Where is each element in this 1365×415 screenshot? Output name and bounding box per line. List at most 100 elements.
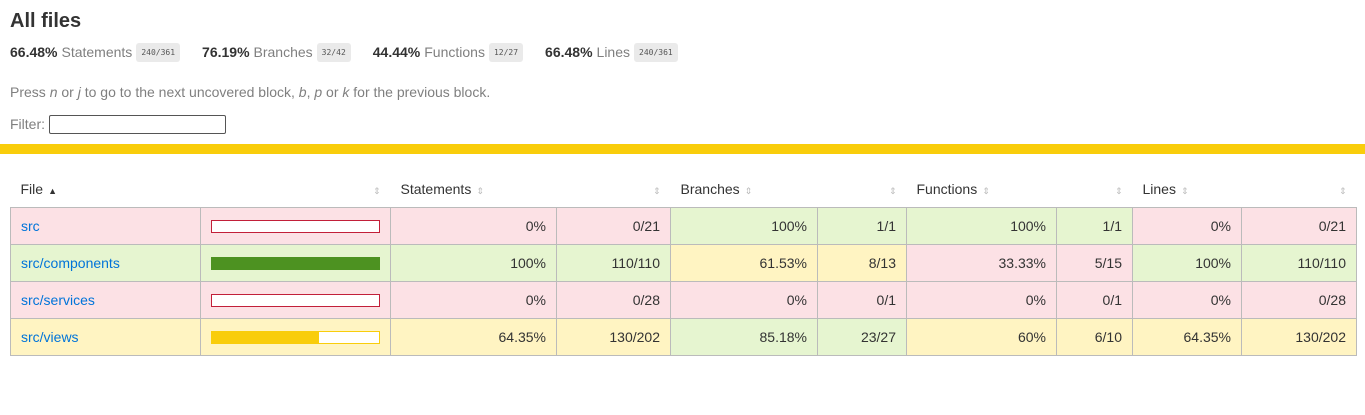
- summary-pct: 76.19%: [202, 44, 250, 60]
- summary-fraction: 12/27: [488, 42, 524, 62]
- statements-frac: 110/110: [556, 244, 671, 282]
- functions-pct: 0%: [906, 281, 1057, 319]
- lines-frac: 0/21: [1241, 207, 1357, 245]
- summary-lines: 66.48% Lines 240/361: [545, 42, 678, 62]
- sort-icon: ⇕: [1338, 186, 1347, 196]
- header-branches[interactable]: Branches ⇕: [670, 171, 818, 208]
- header-functions-frac[interactable]: ⇕: [1056, 171, 1133, 208]
- header-statements-frac[interactable]: ⇕: [556, 171, 671, 208]
- branches-pct: 0%: [670, 281, 818, 319]
- file-link[interactable]: src/services: [21, 292, 95, 308]
- lines-pct: 64.35%: [1132, 318, 1242, 356]
- coverage-bar-fill: [212, 331, 320, 343]
- keyboard-hint: Press n or j to go to the next uncovered…: [10, 84, 491, 100]
- branches-pct: 85.18%: [670, 318, 818, 356]
- table-row: src/components 100% 110/110 61.53% 8/13 33.33…: [10, 244, 1357, 282]
- statements-pct: 100%: [390, 244, 557, 282]
- sort-icon: ⇕: [476, 186, 484, 196]
- branches-frac: 23/27: [817, 318, 907, 356]
- sort-icon: ⇕: [372, 186, 381, 196]
- coverage-bar: [211, 256, 380, 270]
- coverage-bar-cell: [200, 244, 391, 282]
- status-line: [0, 144, 1365, 154]
- branches-frac: 1/1: [817, 207, 907, 245]
- summary-fraction: 32/42: [316, 42, 351, 62]
- file-link[interactable]: src: [21, 218, 40, 234]
- summary-label: Branches: [253, 44, 313, 60]
- page-title: All files: [10, 10, 82, 32]
- coverage-bar-cell: [200, 318, 391, 356]
- sort-icon: ⇕: [888, 186, 897, 196]
- statements-frac: 130/202: [556, 318, 671, 356]
- branches-frac: 0/1: [817, 281, 907, 319]
- sort-icon: ⇕: [1114, 186, 1123, 196]
- table-row: src 0% 0/21 100% 1/1 100% 1/1 0% 0/21: [10, 207, 1357, 245]
- statements-pct: 0%: [390, 281, 557, 319]
- coverage-bar: [211, 219, 380, 233]
- sort-icon: ⇕: [744, 186, 753, 196]
- summary-functions: 44.44% Functions 12/27: [372, 42, 524, 62]
- sort-asc-icon: ▲: [48, 186, 57, 196]
- branches-pct: 61.53%: [670, 244, 818, 282]
- header-statements[interactable]: Statements ⇕: [390, 171, 557, 208]
- coverage-bar-fill: [212, 257, 379, 269]
- functions-frac: 6/10: [1056, 318, 1133, 356]
- functions-pct: 60%: [906, 318, 1057, 356]
- functions-pct: 33.33%: [906, 244, 1057, 282]
- table-row: src/services 0% 0/28 0% 0/1 0% 0/1 0% 0/28: [10, 281, 1357, 319]
- summary-fraction: 240/361: [634, 42, 678, 62]
- summary-pct: 44.44%: [372, 44, 421, 60]
- summary-pct: 66.48%: [545, 44, 593, 60]
- functions-pct: 100%: [906, 207, 1057, 245]
- summary-branches: 76.19% Branches 32/42: [202, 42, 351, 62]
- file-cell: src/components: [10, 244, 201, 282]
- header-file-bar[interactable]: ⇕: [200, 171, 391, 208]
- file-link[interactable]: src/components: [21, 255, 120, 271]
- sort-icon: ⇕: [1180, 186, 1189, 196]
- lines-frac: 110/110: [1241, 244, 1357, 282]
- coverage-summary: 66.48% Statements 240/361 76.19% Branche…: [10, 41, 1355, 63]
- branches-frac: 8/13: [817, 244, 907, 282]
- statements-pct: 64.35%: [390, 318, 557, 356]
- coverage-bar-cell: [200, 281, 391, 319]
- summary-label: Statements: [61, 44, 133, 60]
- functions-frac: 1/1: [1056, 207, 1133, 245]
- functions-frac: 0/1: [1056, 281, 1133, 319]
- filter-row: Filter:: [10, 113, 1355, 135]
- lines-frac: 130/202: [1241, 318, 1357, 356]
- header-section: All files 66.48% Statements 240/361 76.1…: [0, 0, 1365, 135]
- file-cell: src/views: [10, 318, 201, 356]
- header-lines-frac[interactable]: ⇕: [1241, 171, 1357, 208]
- header-file[interactable]: File ▲: [10, 171, 201, 208]
- file-link[interactable]: src/views: [21, 329, 79, 345]
- lines-frac: 0/28: [1241, 281, 1357, 319]
- header-branches-frac[interactable]: ⇕: [817, 171, 907, 208]
- summary-fraction: 240/361: [136, 42, 181, 62]
- lines-pct: 100%: [1132, 244, 1242, 282]
- filter-input[interactable]: [49, 114, 226, 134]
- statements-frac: 0/28: [556, 281, 671, 319]
- sort-icon: ⇕: [652, 186, 661, 196]
- summary-statements: 66.48% Statements 240/361: [10, 42, 181, 62]
- coverage-bar: [211, 293, 380, 307]
- table-header-row: File ▲ ⇕ Statements ⇕ ⇕ Branches ⇕ ⇕ Functi…: [10, 171, 1357, 208]
- statements-frac: 0/21: [556, 207, 671, 245]
- header-lines[interactable]: Lines ⇕: [1132, 171, 1242, 208]
- table-row: src/views 64.35% 130/202 85.18% 23/27 60% 6/10…: [10, 318, 1357, 356]
- file-cell: src/services: [10, 281, 201, 319]
- coverage-bar-cell: [200, 207, 391, 245]
- summary-label: Functions: [424, 44, 485, 60]
- coverage-table: File ▲ ⇕ Statements ⇕ ⇕ Branches ⇕ ⇕ Functi…: [10, 171, 1357, 356]
- summary-pct: 66.48%: [10, 44, 58, 60]
- filter-label: Filter:: [10, 116, 45, 132]
- statements-pct: 0%: [390, 207, 557, 245]
- coverage-bar: [211, 330, 380, 344]
- file-cell: src: [10, 207, 201, 245]
- functions-frac: 5/15: [1056, 244, 1133, 282]
- branches-pct: 100%: [670, 207, 818, 245]
- summary-label: Lines: [596, 44, 630, 60]
- sort-icon: ⇕: [982, 186, 990, 196]
- lines-pct: 0%: [1132, 207, 1242, 245]
- lines-pct: 0%: [1132, 281, 1242, 319]
- header-functions[interactable]: Functions ⇕: [906, 171, 1057, 208]
